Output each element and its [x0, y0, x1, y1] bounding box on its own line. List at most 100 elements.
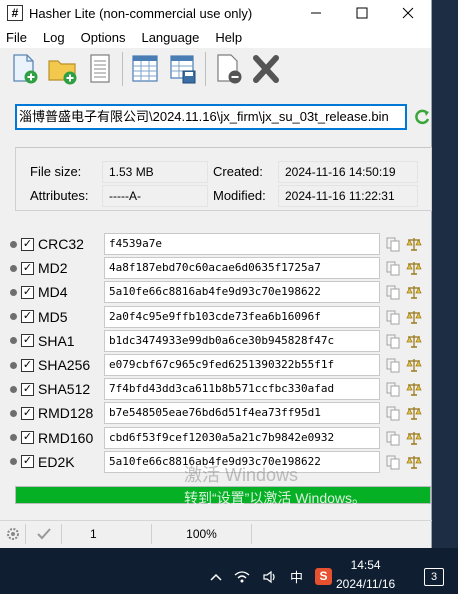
status-led-icon: [10, 385, 17, 393]
hash-name: RMD160: [38, 429, 94, 446]
hash-checkbox[interactable]: ✓: [21, 310, 34, 324]
hash-row: ✓ SHA256 e079cbf67c965c9fed6251390322b55f1…: [10, 353, 440, 377]
menu-language[interactable]: Language: [137, 30, 203, 45]
status-led-icon: [10, 361, 17, 369]
hash-row: ✓ CRC32 f4539a7e: [10, 232, 440, 256]
menu-help[interactable]: Help: [211, 30, 246, 45]
close-icon: [402, 7, 414, 19]
copy-icon[interactable]: [385, 405, 401, 421]
hash-value-field[interactable]: e079cbf67c965c9fed6251390322b55f1f: [104, 354, 380, 377]
hash-checkbox[interactable]: ✓: [21, 431, 34, 445]
menu-log[interactable]: Log: [39, 30, 69, 45]
add-file-icon: [13, 54, 38, 84]
hash-checkbox[interactable]: ✓: [21, 382, 34, 396]
system-clock[interactable]: 14:54 2024/11/16: [336, 556, 395, 594]
copy-icon[interactable]: [385, 236, 401, 252]
copy-icon[interactable]: [385, 454, 401, 470]
delete-button[interactable]: [250, 52, 282, 86]
file-info-panel: File size: 1.53 MB Attributes: -----A- C…: [15, 147, 432, 211]
compare-icon[interactable]: [406, 430, 422, 446]
speaker-icon[interactable]: [262, 570, 278, 584]
status-led-icon: [10, 409, 17, 417]
copy-icon[interactable]: [385, 430, 401, 446]
copy-icon[interactable]: [385, 357, 401, 373]
document-icon: [90, 54, 110, 83]
file-path-input[interactable]: 淄博普盛电子有限公司\2024.11.16\jx_firm\jx_su_03t_…: [15, 104, 407, 130]
status-led-icon: [10, 434, 17, 442]
notification-badge[interactable]: 3: [424, 568, 444, 586]
hash-checkbox[interactable]: ✓: [21, 261, 34, 275]
maximize-button[interactable]: [339, 0, 385, 26]
copy-icon[interactable]: [385, 260, 401, 276]
wifi-icon[interactable]: [234, 570, 250, 584]
compare-icon[interactable]: [406, 236, 422, 252]
hash-value-field[interactable]: 5a10fe66c8816ab4fe9d93c70e198622: [104, 281, 380, 304]
hash-value-field[interactable]: 4a8f187ebd70c60acae6d0635f1725a7: [104, 257, 380, 280]
hash-checkbox[interactable]: ✓: [21, 334, 34, 348]
close-button[interactable]: [385, 0, 431, 26]
modified-value: 2024-11-16 11:22:31: [278, 185, 418, 207]
copy-icon[interactable]: [385, 309, 401, 325]
hash-name: MD5: [38, 308, 68, 325]
copy-icon[interactable]: [385, 381, 401, 397]
compare-icon[interactable]: [406, 260, 422, 276]
hash-checkbox[interactable]: ✓: [21, 358, 34, 372]
hash-value-field[interactable]: cbd6f53f9cef12030a5a21c7b9842e0932: [104, 426, 380, 449]
menu-file[interactable]: File: [2, 30, 31, 45]
activation-watermark-text: 转到“设置”以激活 Windows。: [184, 490, 367, 506]
check-icon: [36, 527, 51, 539]
save-table-icon: [170, 55, 196, 84]
compare-icon[interactable]: [406, 357, 422, 373]
compare-icon[interactable]: [406, 284, 422, 300]
remove-file-button[interactable]: [212, 52, 244, 86]
hash-value-field[interactable]: 7f4bfd43dd3ca611b8b571ccfbc330afad: [104, 378, 380, 401]
add-file-button[interactable]: [8, 52, 40, 86]
document-button[interactable]: [84, 52, 116, 86]
hash-name: ED2K: [38, 453, 75, 470]
compare-icon[interactable]: [406, 309, 422, 325]
status-bar: 1 100%: [0, 520, 432, 546]
maximize-icon: [356, 7, 368, 19]
menu-options[interactable]: Options: [77, 30, 130, 45]
chevron-up-icon[interactable]: [210, 572, 222, 582]
hash-checkbox[interactable]: ✓: [21, 285, 34, 299]
ime-indicator[interactable]: 中: [290, 567, 303, 586]
hash-value-field[interactable]: f4539a7e: [104, 233, 380, 256]
add-folder-icon: [48, 60, 77, 85]
system-tray: 中 S: [210, 567, 333, 586]
title-bar[interactable]: # Hasher Lite (non-commercial use only): [0, 0, 431, 26]
clock-date: 2024/11/16: [336, 577, 396, 591]
add-folder-button[interactable]: [46, 52, 78, 86]
hash-row: ✓ RMD160 cbd6f53f9cef12030a5a21c7b9842e093…: [10, 426, 440, 450]
status-led-icon: [10, 458, 17, 466]
refresh-icon[interactable]: [413, 108, 431, 126]
compare-icon[interactable]: [406, 381, 422, 397]
hash-value-field[interactable]: b1dc3474933e99db0a6ce30b945828f47c: [104, 329, 380, 352]
settings-cell[interactable]: [0, 523, 26, 544]
sogou-badge[interactable]: S: [315, 568, 333, 585]
copy-icon[interactable]: [385, 284, 401, 300]
status-led-icon: [10, 288, 17, 296]
status-led-icon: [10, 264, 17, 272]
file-count: 1: [62, 523, 152, 544]
hash-checkbox[interactable]: ✓: [21, 406, 34, 420]
copy-icon[interactable]: [385, 333, 401, 349]
hash-value-field[interactable]: b7e548505eae76bd6d51f4ea73ff95d1: [104, 402, 380, 425]
hash-row: ✓ SHA1 b1dc3474933e99db0a6ce30b945828f47c: [10, 329, 440, 353]
check-cell[interactable]: [26, 523, 62, 544]
path-row: 淄博普盛电子有限公司\2024.11.16\jx_firm\jx_su_03t_…: [15, 104, 433, 130]
hash-checkbox[interactable]: ✓: [21, 237, 34, 251]
attributes-label: Attributes:: [30, 188, 89, 203]
compare-icon[interactable]: [406, 333, 422, 349]
hash-checkbox[interactable]: ✓: [21, 455, 34, 469]
compare-icon[interactable]: [406, 405, 422, 421]
hash-icon: #: [7, 5, 23, 21]
compare-icon[interactable]: [406, 454, 422, 470]
save-table-button[interactable]: [167, 52, 199, 86]
minimize-button[interactable]: [293, 0, 339, 26]
gear-icon: [6, 527, 19, 540]
hash-value-field[interactable]: 2a0f4c95e9ffb103cde73fea6b16096f: [104, 305, 380, 328]
hash-name: SHA512: [38, 381, 91, 398]
hash-name: CRC32: [38, 236, 84, 253]
table-button[interactable]: [129, 52, 161, 86]
